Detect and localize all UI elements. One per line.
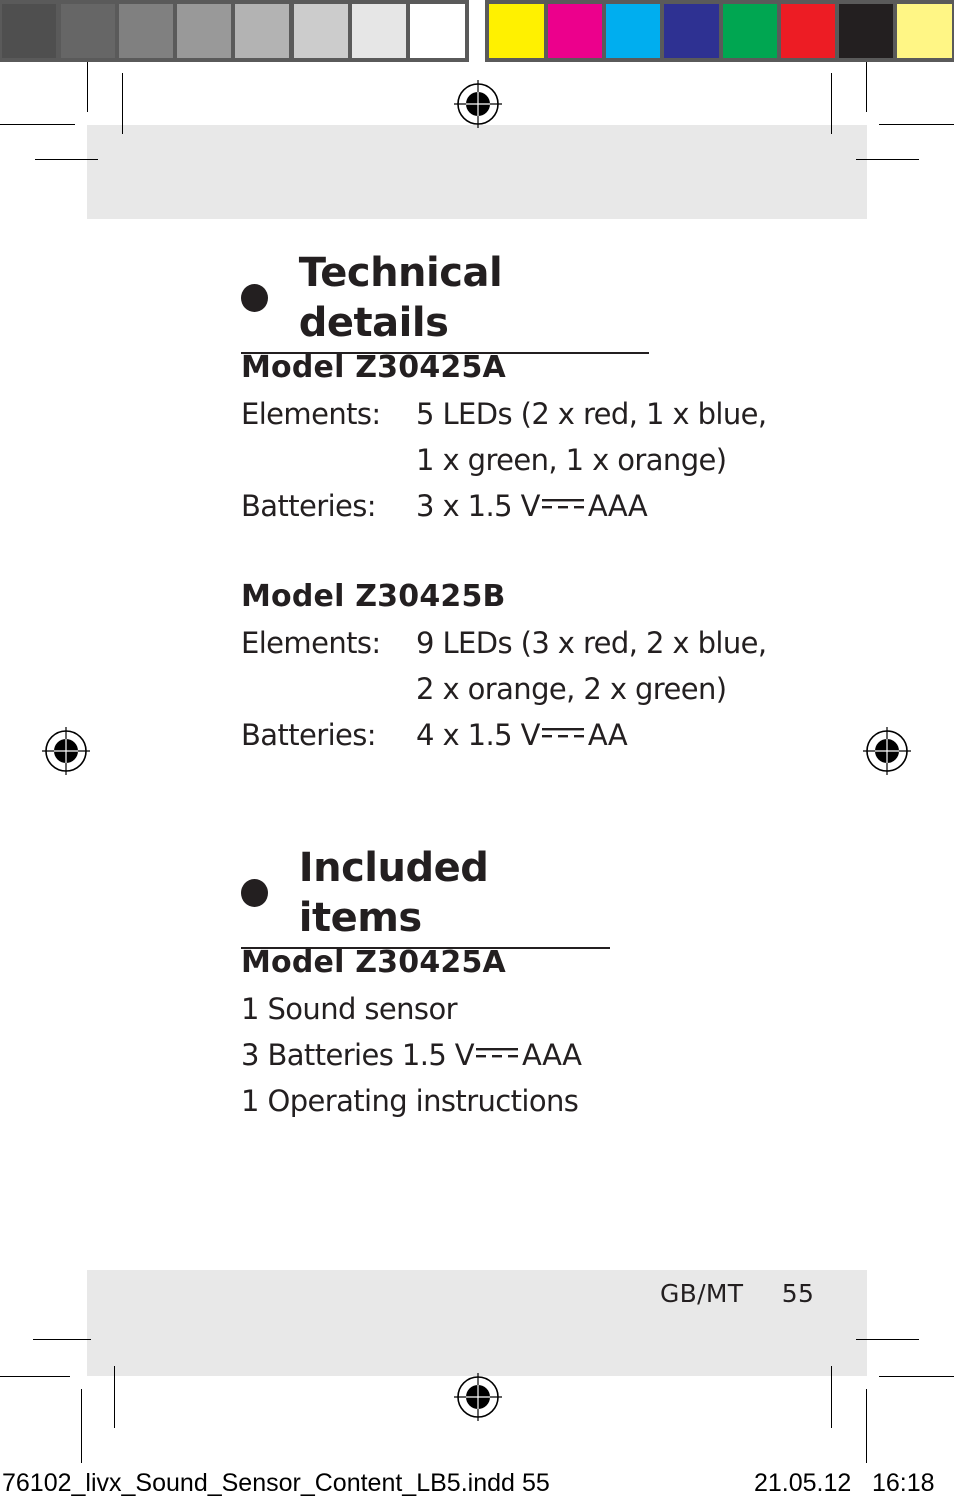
crop-mark [856,1339,919,1340]
elements-value-line2: 2 x orange, 2 x green) [416,672,727,706]
language-code: GB/MT [660,1279,744,1308]
color-swatch [781,4,835,58]
direct-current-icon [476,1048,519,1058]
color-swatch [548,4,602,58]
direct-current-icon [541,728,584,738]
color-calibration-bar [485,0,954,62]
crop-mark [0,1376,70,1377]
crop-mark [33,1339,91,1340]
technical-details-heading: Technical details [241,248,649,354]
gray-swatch [352,4,406,58]
batteries-label: Batteries: [241,489,377,523]
crop-mark [87,62,88,112]
color-swatch [897,4,952,58]
heading-text: Included items [298,845,489,941]
included-item: 1 Sound sensor [241,992,458,1026]
batteries-voltage: 3 x 1.5 V [416,489,540,523]
page-footer: GB/MT 55 [660,1278,814,1310]
color-swatch [723,4,777,58]
crop-mark [879,1376,954,1377]
batteries-type: AAA [587,489,648,523]
included-items-heading: Included items [241,843,610,949]
crop-mark [866,1389,867,1463]
grayscale-calibration-bar [0,0,469,62]
direct-current-icon [541,499,584,509]
color-swatch [489,4,544,58]
slug-filename: 76102_livx_Sound_Sensor_Content_LB5.indd [2,1469,515,1497]
elements-value-line1: 9 LEDs (3 x red, 2 x blue, [416,626,767,660]
elements-value-line2: 1 x green, 1 x orange) [416,443,727,477]
batteries-type: AA [587,718,628,752]
crop-mark [866,62,867,112]
color-swatch [839,4,893,58]
included-item: 1 Operating instructions [241,1084,579,1118]
crop-mark [856,159,919,160]
slug-date: 21.05.12 [754,1469,852,1497]
bullet-icon [241,284,268,312]
elements-label: Elements: [241,397,381,431]
included-item-text: 3 Batteries 1.5 V [241,1038,475,1072]
slug-time: 16:18 [872,1469,935,1497]
elements-value-line1: 5 LEDs (2 x red, 1 x blue, [416,397,767,431]
registration-target-icon [42,727,90,775]
model-a-title: Model Z30425A [241,350,506,385]
gray-swatch [61,4,115,58]
crop-mark [114,1366,115,1428]
model-b-title: Model Z30425B [241,579,506,614]
gray-swatch [119,4,173,58]
batteries-value: 4 x 1.5 V AA [416,715,628,755]
registration-target-icon [863,727,911,775]
bullet-icon [241,879,268,907]
batteries-label: Batteries: [241,718,377,752]
gray-swatch [410,4,465,58]
elements-label: Elements: [241,626,381,660]
crop-mark [831,1366,832,1428]
registration-target-icon [454,80,502,128]
registration-target-icon [454,1373,502,1421]
crop-mark [122,73,123,134]
crop-mark [0,124,75,125]
header-band [87,125,867,219]
gray-swatch [2,4,56,58]
batteries-voltage: 4 x 1.5 V [416,718,540,752]
crop-mark [81,1389,82,1463]
page-number: 55 [781,1279,815,1308]
crop-mark [879,124,954,125]
gray-swatch [294,4,348,58]
crop-mark [35,159,98,160]
gray-swatch [177,4,231,58]
color-swatch [664,4,719,58]
color-swatch [606,4,660,58]
crop-mark [831,73,832,134]
included-item: 3 Batteries 1.5 V AAA [241,1035,582,1075]
batteries-value: 3 x 1.5 V AAA [416,486,648,526]
model-a-title: Model Z30425A [241,945,506,980]
gray-swatch [235,4,289,58]
slug-page: 55 [522,1469,550,1497]
included-item-type: AAA [522,1038,582,1072]
heading-text: Technical details [298,250,503,346]
